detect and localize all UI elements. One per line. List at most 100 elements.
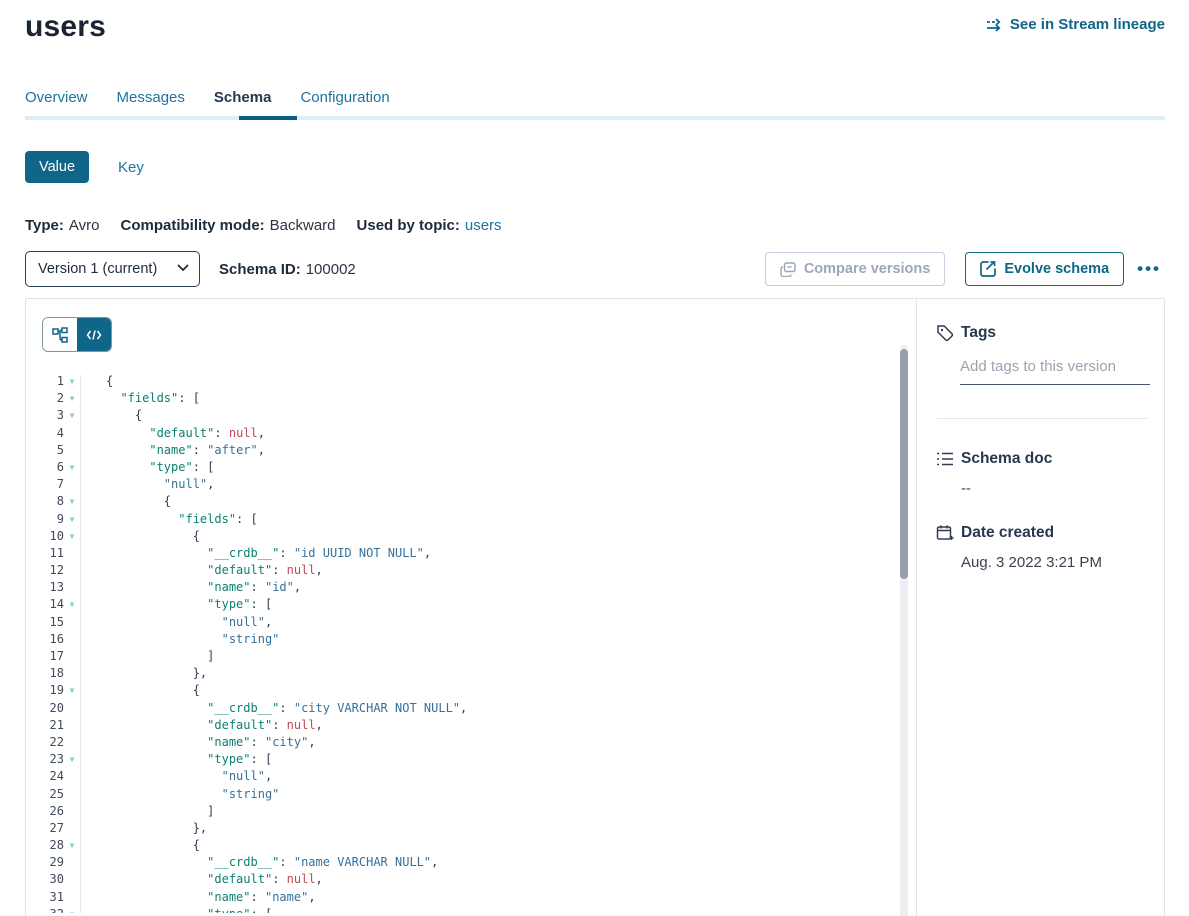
- fold-toggle-icon[interactable]: ▼: [64, 511, 80, 528]
- code-line: 10▼ {: [26, 528, 916, 545]
- fold-toggle-icon[interactable]: ▼: [64, 459, 80, 476]
- line-number: 8: [26, 493, 64, 510]
- fold-toggle-icon[interactable]: ▼: [64, 906, 80, 913]
- fold-spacer: [64, 442, 80, 459]
- tab-underline: [25, 116, 1165, 120]
- code-line: 6▼ "type": [: [26, 459, 916, 476]
- schema-detail-panel: 1▼{2▼ "fields": [3▼ {4 "default": null,5…: [25, 298, 1165, 916]
- code-line: 15 "null",: [26, 614, 916, 631]
- fold-toggle-icon[interactable]: ▼: [64, 390, 80, 407]
- tree-view-button[interactable]: [43, 318, 77, 351]
- editor-toolbar: [26, 299, 916, 352]
- line-number: 11: [26, 545, 64, 562]
- code-line: 14▼ "type": [: [26, 596, 916, 613]
- fold-toggle-icon[interactable]: ▼: [64, 407, 80, 424]
- version-toolbar: Version 1 (current) Schema ID:100002 Com…: [25, 251, 1165, 287]
- fold-spacer: [64, 871, 80, 888]
- schema-doc-section: Schema doc --: [936, 450, 1148, 497]
- page-header: users See in Stream lineage: [25, 10, 1165, 44]
- line-number: 3: [26, 407, 64, 424]
- fold-toggle-icon[interactable]: ▼: [64, 373, 80, 390]
- line-number: 25: [26, 786, 64, 803]
- tree-view-icon: [52, 327, 68, 343]
- value-toggle-button[interactable]: Value: [25, 151, 89, 183]
- code-line: 32▼ "type": [: [26, 906, 916, 913]
- fold-spacer: [64, 717, 80, 734]
- fold-spacer: [64, 786, 80, 803]
- code-line: 27 },: [26, 820, 916, 837]
- fold-toggle-icon[interactable]: ▼: [64, 596, 80, 613]
- code-line: 19▼ {: [26, 682, 916, 699]
- editor-scrollbar[interactable]: [900, 345, 908, 916]
- compare-icon: [780, 262, 796, 277]
- code-line: 31 "name": "name",: [26, 889, 916, 906]
- code-line: 21 "default": null,: [26, 717, 916, 734]
- code-line: 24 "null",: [26, 768, 916, 785]
- stream-lineage-icon: [986, 18, 1003, 32]
- fold-spacer: [64, 476, 80, 493]
- version-select[interactable]: Version 1 (current): [25, 251, 200, 287]
- line-number: 12: [26, 562, 64, 579]
- code-line: 2▼ "fields": [: [26, 390, 916, 407]
- fold-spacer: [64, 889, 80, 906]
- line-number: 19: [26, 682, 64, 699]
- line-number: 24: [26, 768, 64, 785]
- scrollbar-thumb[interactable]: [900, 349, 908, 579]
- schema-part-toggle: Value Key: [25, 151, 1165, 183]
- line-number: 14: [26, 596, 64, 613]
- code-line: 7 "null",: [26, 476, 916, 493]
- code-line: 16 "string": [26, 631, 916, 648]
- stream-lineage-link[interactable]: See in Stream lineage: [986, 16, 1165, 33]
- line-number: 4: [26, 425, 64, 442]
- line-number: 27: [26, 820, 64, 837]
- fold-spacer: [64, 614, 80, 631]
- topic-link[interactable]: users: [465, 217, 502, 234]
- line-number: 6: [26, 459, 64, 476]
- view-toggle-group: [42, 317, 112, 352]
- line-number: 29: [26, 854, 64, 871]
- compatibility-field: Compatibility mode:Backward: [120, 217, 335, 234]
- tab-configuration[interactable]: Configuration: [300, 89, 389, 106]
- tags-input[interactable]: [960, 358, 1150, 385]
- line-number: 21: [26, 717, 64, 734]
- fold-toggle-icon[interactable]: ▼: [64, 682, 80, 699]
- code-line: 30 "default": null,: [26, 871, 916, 888]
- tab-messages[interactable]: Messages: [117, 89, 185, 106]
- fold-spacer: [64, 734, 80, 751]
- fold-toggle-icon[interactable]: ▼: [64, 837, 80, 854]
- sidebar-divider: [937, 418, 1148, 419]
- line-number: 7: [26, 476, 64, 493]
- fold-spacer: [64, 665, 80, 682]
- fold-spacer: [64, 579, 80, 596]
- page-title: users: [25, 10, 106, 44]
- fold-spacer: [64, 631, 80, 648]
- line-number: 10: [26, 528, 64, 545]
- fold-spacer: [64, 425, 80, 442]
- tab-bar: Overview Messages Schema Configuration: [25, 89, 1165, 106]
- code-line: 20 "__crdb__": "city VARCHAR NOT NULL",: [26, 700, 916, 717]
- line-number: 9: [26, 511, 64, 528]
- fold-toggle-icon[interactable]: ▼: [64, 528, 80, 545]
- code-line: 23▼ "type": [: [26, 751, 916, 768]
- schema-page: users See in Stream lineage Overview Mess…: [0, 0, 1189, 916]
- line-number: 5: [26, 442, 64, 459]
- more-options-button[interactable]: •••: [1133, 252, 1165, 286]
- fold-spacer: [64, 854, 80, 871]
- compare-versions-button[interactable]: Compare versions: [765, 252, 946, 286]
- line-number: 13: [26, 579, 64, 596]
- fold-toggle-icon[interactable]: ▼: [64, 493, 80, 510]
- tab-overview[interactable]: Overview: [25, 89, 88, 106]
- code-line: 12 "default": null,: [26, 562, 916, 579]
- edit-icon: [980, 261, 996, 277]
- code-editor-content[interactable]: 1▼{2▼ "fields": [3▼ {4 "default": null,5…: [26, 373, 916, 913]
- line-number: 26: [26, 803, 64, 820]
- key-toggle-button[interactable]: Key: [118, 159, 144, 176]
- version-select-wrap: Version 1 (current): [25, 251, 200, 287]
- code-view-button[interactable]: [77, 318, 111, 351]
- line-number: 22: [26, 734, 64, 751]
- tab-schema[interactable]: Schema: [214, 89, 272, 106]
- fold-toggle-icon[interactable]: ▼: [64, 751, 80, 768]
- code-view-icon: [86, 329, 102, 341]
- line-number: 20: [26, 700, 64, 717]
- evolve-schema-button[interactable]: Evolve schema: [965, 252, 1124, 286]
